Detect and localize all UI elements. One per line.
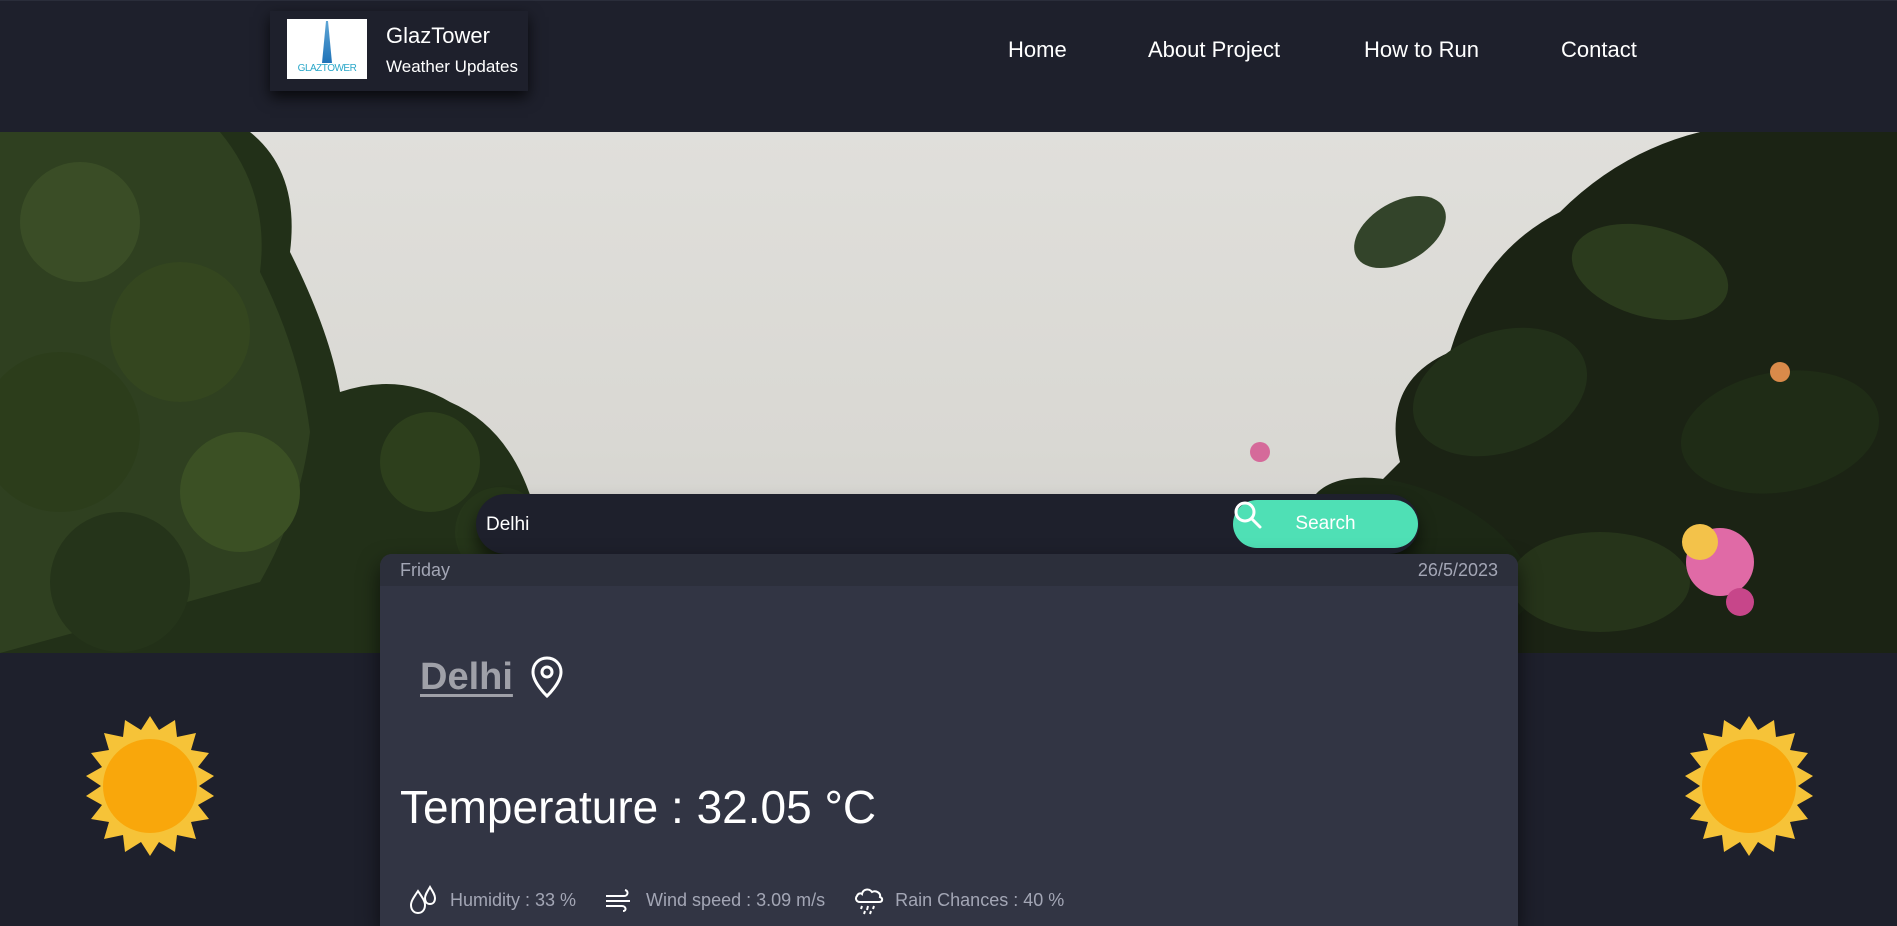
- humidity-icon: [409, 885, 437, 915]
- wind-icon: [606, 889, 631, 912]
- sun-icon-left: [86, 716, 214, 856]
- weather-stats: Humidity : 33 % Wind speed : 3.09 m/s Ra…: [408, 884, 1064, 916]
- weather-card: Friday 26/5/2023 Delhi Temperature : 32.…: [380, 554, 1518, 926]
- card-header: Friday 26/5/2023: [380, 554, 1518, 586]
- brand-subtitle: Weather Updates: [386, 57, 518, 76]
- city-name[interactable]: Delhi: [420, 656, 513, 699]
- weather-date: 26/5/2023: [1417, 560, 1498, 580]
- tower-icon: [322, 21, 332, 63]
- nav-about-project[interactable]: About Project: [1148, 37, 1280, 63]
- nav-contact[interactable]: Contact: [1561, 37, 1637, 63]
- nav-home[interactable]: Home: [1008, 37, 1067, 63]
- brand[interactable]: GLAZTOWER GlazTower Weather Updates: [270, 11, 528, 91]
- sun-icon-right: [1685, 716, 1813, 856]
- rain-text: Rain Chances : 40 %: [895, 889, 1065, 910]
- humidity-stat: Humidity : 33 %: [408, 885, 576, 915]
- navbar: GLAZTOWER GlazTower Weather Updates Home…: [0, 0, 1897, 133]
- brand-logo: GLAZTOWER: [287, 19, 367, 79]
- logo-text: GLAZTOWER: [297, 63, 357, 74]
- rain-stat: Rain Chances : 40 %: [853, 884, 1064, 916]
- humidity-text: Humidity : 33 %: [450, 889, 577, 910]
- weather-day: Friday: [400, 560, 451, 580]
- search-icon: [1234, 501, 1262, 529]
- search-button[interactable]: Search: [1233, 500, 1418, 548]
- search-input[interactable]: [484, 504, 1168, 546]
- nav-how-to-run[interactable]: How to Run: [1364, 37, 1479, 63]
- temperature: Temperature : 32.05 °C: [400, 781, 877, 833]
- wind-stat: Wind speed : 3.09 m/s: [604, 888, 825, 912]
- brand-name: GlazTower: [386, 23, 490, 48]
- search-button-label: Search: [1295, 513, 1356, 534]
- search-bar: Search: [476, 494, 1419, 554]
- rain-cloud-icon: [855, 888, 884, 915]
- location-pin-icon: [531, 656, 563, 698]
- wind-text: Wind speed : 3.09 m/s: [646, 889, 826, 910]
